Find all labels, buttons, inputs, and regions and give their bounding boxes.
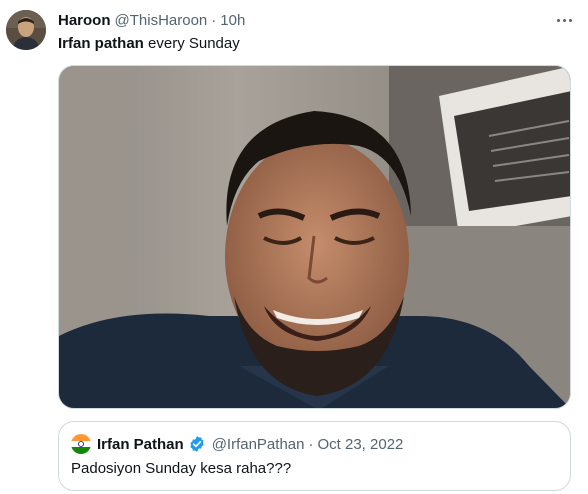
quoted-separator-dot: ·	[308, 435, 314, 453]
tweet-text-bold: Irfan pathan	[58, 35, 144, 52]
author-name[interactable]: Haroon	[58, 12, 111, 29]
more-horizontal-icon	[556, 18, 572, 22]
tweet[interactable]: Haroon @ThisHaroon · 10h Irfan pathan ev…	[0, 0, 588, 494]
quoted-tweet[interactable]: Irfan Pathan @IrfanPathan · Oct 23, 2022…	[58, 421, 571, 491]
quoted-author-avatar	[71, 434, 91, 454]
quoted-author-handle: @IrfanPathan	[211, 435, 305, 453]
quoted-tweet-date: Oct 23, 2022	[317, 435, 404, 453]
quoted-tweet-text: Padosiyon Sunday kesa raha???	[71, 460, 292, 477]
tweet-text-rest: every Sunday	[143, 35, 240, 52]
tweet-header: Haroon @ThisHaroon · 10h	[58, 10, 245, 30]
tweet-text: Irfan pathan every Sunday	[58, 34, 240, 54]
more-options-button[interactable]	[554, 12, 574, 28]
separator-dot: ·	[211, 11, 217, 29]
verified-badge-icon	[188, 435, 206, 453]
quoted-author-name: Irfan Pathan	[97, 435, 184, 453]
quoted-tweet-header: Irfan Pathan @IrfanPathan · Oct 23, 2022	[71, 434, 403, 454]
author-avatar[interactable]	[6, 10, 46, 50]
tweet-media-image[interactable]	[58, 65, 571, 409]
author-handle[interactable]: @ThisHaroon	[115, 12, 208, 29]
tweet-timestamp[interactable]: 10h	[220, 12, 245, 29]
